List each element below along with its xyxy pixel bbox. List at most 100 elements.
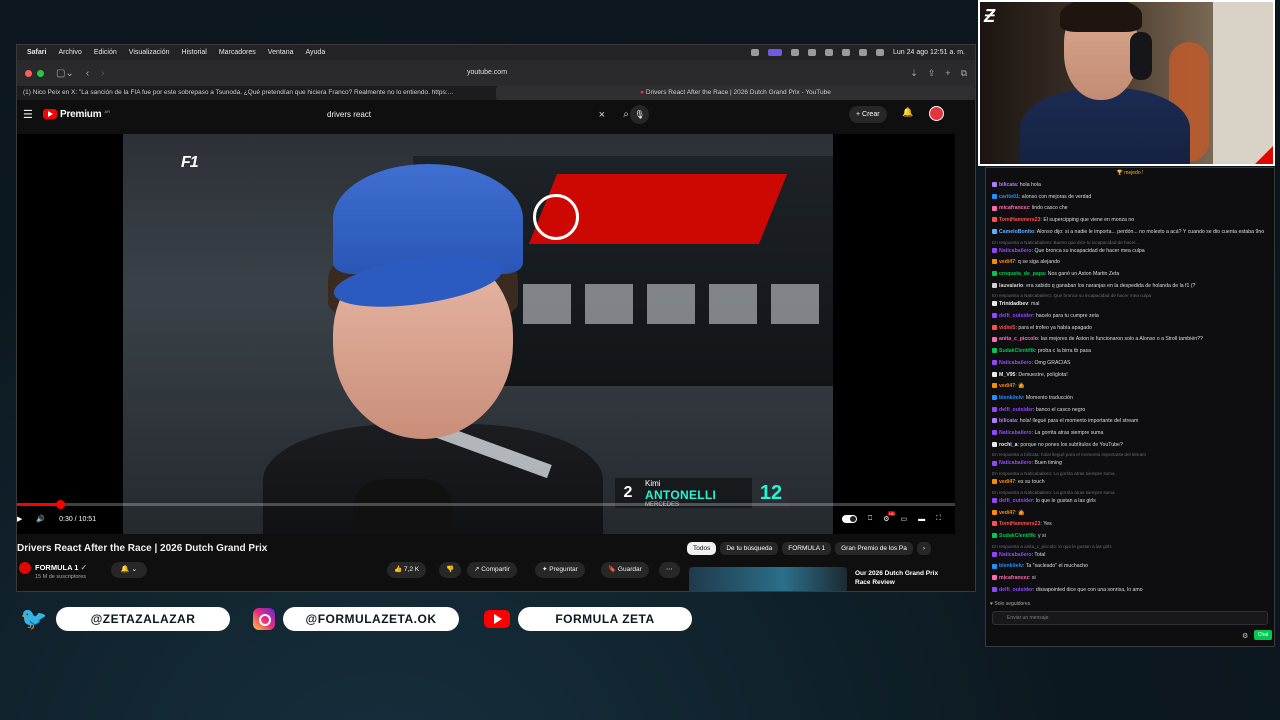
video-progress-bar[interactable] (17, 500, 955, 509)
tab-overview-icon[interactable]: ⧉ (961, 68, 967, 79)
video-player[interactable]: F1 2 Kimi ANTONELLI MERCEDES 12 ▶ 🔊 0:30… (17, 134, 955, 534)
chat-pinned-banner[interactable]: 🏆 mejedo ! (986, 168, 1274, 178)
sidebar-toggle-icon[interactable]: ▢⌄ (56, 68, 74, 79)
menu-marcadores[interactable]: Marcadores (219, 49, 256, 56)
chat-message[interactable]: vidini5: para el trofeo ya había apagado (992, 323, 1268, 335)
chat-username[interactable]: TomiHammers23 (999, 217, 1040, 223)
tab-youtube[interactable]: ● Drivers React After the Race | 2026 Du… (496, 86, 975, 100)
chat-message[interactable]: vedi47: q se siga alejando (992, 257, 1268, 269)
chat-message[interactable]: micafrancez: si (992, 573, 1268, 585)
chat-message[interactable]: Naticabailero: Que bronca su incapacidad… (992, 246, 1268, 258)
spotlight-search-icon[interactable] (859, 49, 867, 56)
volume-icon[interactable]: 🔊 (36, 515, 45, 523)
clear-search-icon[interactable]: × (599, 109, 605, 121)
zoom-window-icon[interactable] (37, 69, 44, 77)
play-icon[interactable]: ▶ (17, 515, 22, 523)
chat-username[interactable]: vedi47 (999, 510, 1015, 516)
menu-safari[interactable]: Safari (27, 49, 46, 56)
chat-message[interactable]: Trinidadbev: mal (992, 299, 1268, 311)
new-tab-icon[interactable]: + (945, 68, 950, 79)
chip-todos[interactable]: Todos (687, 542, 717, 555)
channel-avatar[interactable] (19, 562, 31, 574)
chat-message-input[interactable]: Enviar un mensaje (992, 611, 1268, 625)
dislike-button[interactable]: 👎 (439, 562, 462, 578)
more-actions-icon[interactable]: ⋯ (659, 562, 680, 578)
status-app-icon[interactable] (751, 49, 759, 56)
chat-username[interactable]: rochi_a (999, 442, 1017, 448)
subtitles-icon[interactable]: ⎕ (868, 515, 872, 523)
back-arrow-icon[interactable]: ‹ (86, 68, 89, 79)
chat-message[interactable]: Naticabailero: Buen timing (992, 458, 1268, 470)
chat-send-button[interactable]: Chat (1254, 630, 1272, 640)
chip-gran-premio[interactable]: Gran Premio de los Pa (835, 542, 913, 555)
microphone-icon[interactable]: 🎙 (630, 105, 649, 124)
save-button[interactable]: 🔖 Guardar (601, 562, 649, 578)
share-button[interactable]: ↗ Compartir (467, 562, 517, 578)
chat-username[interactable]: TomiHammers23 (999, 521, 1040, 527)
chips-next-arrow-icon[interactable]: › (916, 542, 932, 555)
hamburger-menu-icon[interactable]: ☰ (23, 108, 39, 121)
chat-username[interactable]: delfi_outsider (999, 498, 1033, 504)
fullscreen-icon[interactable]: ⛶ (936, 515, 941, 523)
chat-message[interactable]: TomiHammers23: Yes (992, 519, 1268, 531)
status-screen-record-icon[interactable] (768, 49, 782, 56)
chat-username[interactable]: croqueta_de_papa (999, 271, 1045, 277)
chat-username[interactable]: bilicata (999, 418, 1017, 424)
chat-message[interactable]: delfi_outsider: dissapointed dice que co… (992, 585, 1268, 597)
autoplay-toggle[interactable] (841, 515, 857, 523)
chat-message[interactable]: M_V95: Demuestre, políglota! (992, 370, 1268, 382)
chat-username[interactable]: Naticabailero (999, 552, 1032, 558)
chat-username[interactable]: vidini5 (999, 325, 1015, 331)
chat-username[interactable]: delfi_outsider (999, 313, 1033, 319)
chat-message[interactable]: Naticabailero: Total (992, 550, 1268, 562)
address-bar[interactable]: youtube.com (287, 65, 687, 81)
chat-message[interactable]: croqueta_de_papa: Nos ganó un Aston Mart… (992, 269, 1268, 281)
chat-username[interactable]: micafrancez (999, 205, 1029, 211)
chat-username[interactable]: Naticabailero (999, 430, 1032, 436)
forward-arrow-icon[interactable]: › (101, 68, 104, 79)
chat-message[interactable]: SudakClentifik: y si (992, 531, 1268, 543)
tab-x-post[interactable]: (1) Nico Peix en X: "La sanción de la FI… (17, 86, 496, 100)
chip-formula-1[interactable]: FORMULA 1 (782, 542, 832, 555)
menu-ayuda[interactable]: Ayuda (305, 49, 325, 56)
chat-username[interactable]: vedi47 (999, 383, 1015, 389)
miniplayer-icon[interactable]: ▭ (900, 515, 907, 523)
youtube-logo[interactable]: Premium AR (43, 109, 110, 120)
chip-de-tu-busqueda[interactable]: De tu búsqueda (720, 542, 779, 555)
menu-archivo[interactable]: Archivo (58, 49, 81, 56)
status-play-icon[interactable] (808, 49, 816, 56)
chat-username[interactable]: anita_c_piccolo (999, 336, 1038, 342)
ask-button[interactable]: ✦ Preguntar (535, 562, 585, 578)
chat-message-list[interactable]: bilicata: hola hola carito01: alonso con … (986, 178, 1274, 599)
wifi-icon[interactable] (842, 49, 850, 56)
chat-username[interactable]: carito01 (999, 194, 1019, 200)
chat-username[interactable]: Naticabailero (999, 248, 1032, 254)
chat-username[interactable]: blenkitelv (999, 395, 1023, 401)
chat-message[interactable]: blenkitelv: Ta "sacleado" el muchacho (992, 561, 1268, 573)
status-battery-icon[interactable] (825, 49, 833, 56)
chat-username[interactable]: delfi_outsider (999, 587, 1033, 593)
chat-username[interactable]: Naticabailero (999, 460, 1032, 466)
settings-gear-icon[interactable]: ⚙ HD (883, 511, 896, 523)
chat-username[interactable]: CameloBonito (999, 229, 1034, 235)
menu-visualizacion[interactable]: Visualización (129, 49, 170, 56)
chat-message[interactable]: Naticabailero: La gorrita atras siempre … (992, 428, 1268, 440)
notifications-bell-icon[interactable]: 🔔 (902, 107, 913, 118)
chat-username[interactable]: bilicata (999, 182, 1017, 188)
chat-message[interactable]: lauvalario: era sabido q ganaban los nar… (992, 281, 1268, 293)
chat-message[interactable]: SudakClentifik: proba c la birra tb pasa (992, 346, 1268, 358)
chat-message[interactable]: vedi47: 🤷 (992, 381, 1268, 393)
status-grid-icon[interactable] (791, 49, 799, 56)
menu-edicion[interactable]: Edición (94, 49, 117, 56)
chat-username[interactable]: M_V95 (999, 372, 1015, 378)
chat-username[interactable]: SudakClentifik (999, 533, 1035, 539)
chat-username[interactable]: delfi_outsider (999, 407, 1033, 413)
chat-message[interactable]: bilicata: hola hola (992, 180, 1268, 192)
search-input[interactable]: drivers react × (319, 105, 613, 124)
chat-message[interactable]: CameloBonito: Alonso dijo: si a nadie le… (992, 227, 1268, 239)
chat-message[interactable]: vedi47: es su touch (992, 477, 1268, 489)
channel-name[interactable]: FORMULA 1 ✓ (35, 563, 87, 572)
close-window-icon[interactable] (25, 69, 32, 77)
chat-username[interactable]: blenkitelv (999, 563, 1023, 569)
chat-message[interactable]: anita_c_piccolo: las mejores de Aston le… (992, 334, 1268, 346)
